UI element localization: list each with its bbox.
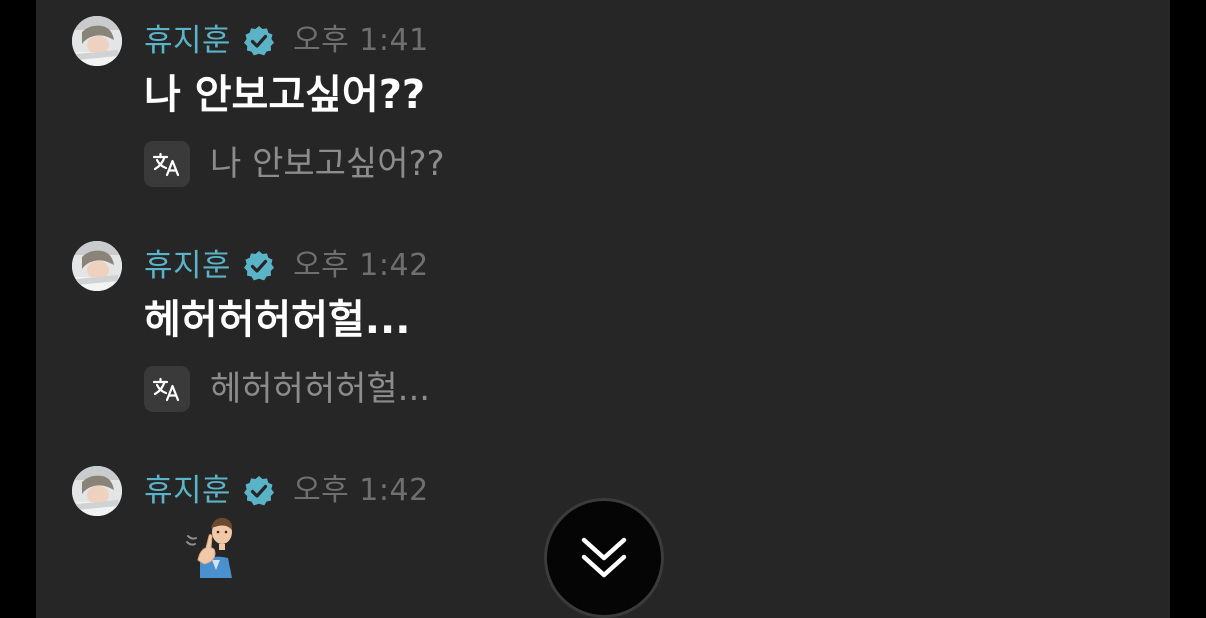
sender-name[interactable]: 휴지훈 [144, 246, 231, 286]
verified-badge-icon [243, 25, 275, 57]
double-chevron-down-icon [581, 537, 627, 578]
chat-view: 휴지훈 오후 1:41 나 안보고싶어?? 나 안보고싶어?? 휴지훈 오후 1… [36, 0, 1170, 618]
avatar[interactable] [72, 16, 122, 66]
verified-badge-icon [243, 475, 275, 507]
shushing-man-emoji [182, 514, 246, 578]
avatar[interactable] [72, 466, 122, 516]
avatar[interactable] [72, 241, 122, 291]
message-item: 휴지훈 오후 1:41 나 안보고싶어?? 나 안보고싶어?? [72, 16, 1072, 196]
translation-row: 헤허허허허헐... [144, 365, 430, 413]
message-timestamp: 오후 1:42 [293, 248, 429, 283]
message-item: 휴지훈 오후 1:42 헤허허허허헐... 헤허허허허헐... [72, 241, 1072, 421]
scroll-to-bottom-button[interactable] [544, 498, 664, 618]
sender-name[interactable]: 휴지훈 [144, 471, 231, 511]
translated-text: 나 안보고싶어?? [210, 144, 445, 184]
translation-row: 나 안보고싶어?? [144, 140, 445, 188]
translate-icon [152, 152, 180, 177]
verified-badge-icon [243, 250, 275, 282]
translate-button[interactable] [144, 141, 190, 187]
message-timestamp: 오후 1:41 [293, 23, 429, 58]
translated-text: 헤허허허허헐... [210, 369, 431, 409]
message-text: 헤허허허허헐... [144, 297, 411, 343]
sender-name[interactable]: 휴지훈 [144, 21, 231, 61]
translate-button[interactable] [144, 366, 190, 412]
translate-icon [152, 377, 180, 402]
message-timestamp: 오후 1:42 [293, 473, 429, 508]
message-text: 나 안보고싶어?? [144, 72, 426, 118]
